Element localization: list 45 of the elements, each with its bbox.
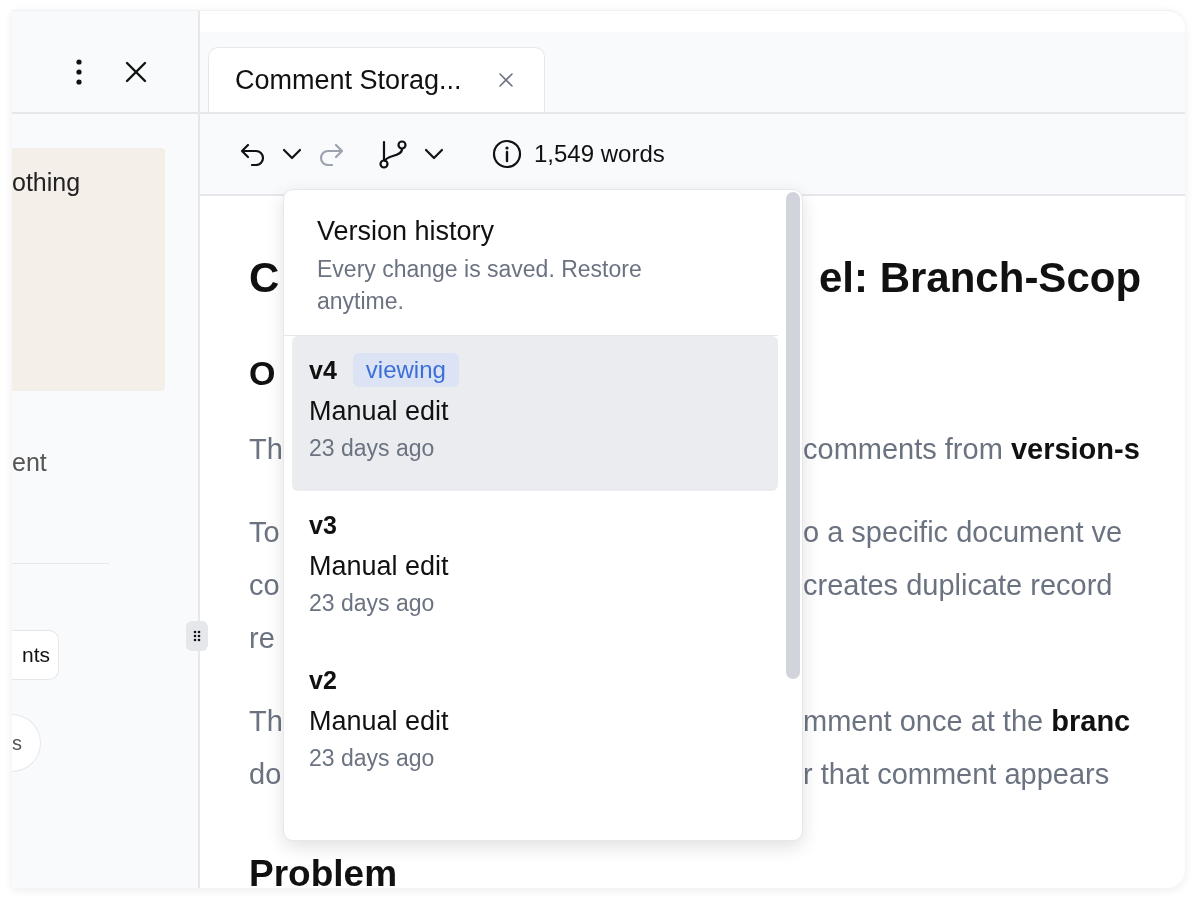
- paragraph-text: do: [249, 757, 283, 792]
- document-title: C: [249, 254, 281, 302]
- tab[interactable]: Comment Storag...: [208, 47, 545, 112]
- round-button[interactable]: s: [12, 714, 41, 772]
- paragraph-text: o a specific document ve: [803, 515, 1123, 550]
- version-description: Manual edit: [309, 706, 450, 737]
- version-time: 23 days ago: [309, 435, 436, 462]
- paragraph-text: re: [249, 621, 276, 656]
- status-badge: viewing: [352, 353, 459, 387]
- version-item[interactable]: v3 Manual edit 23 days ago: [292, 491, 778, 646]
- paragraph-text: creates duplicate record: [803, 568, 1113, 603]
- version-item[interactable]: v4 viewing Manual edit 23 days ago: [292, 336, 778, 491]
- branch-icon[interactable]: [378, 139, 408, 169]
- undo-icon[interactable]: [240, 142, 266, 166]
- version-number: v3: [309, 510, 337, 540]
- paragraph-text: Th: [249, 704, 283, 739]
- version-description: Manual edit: [309, 396, 450, 427]
- popup-subtitle: Every change is saved. Restore anytime.: [317, 255, 643, 316]
- version-number: v2: [309, 665, 337, 695]
- version-item[interactable]: v2 Manual edit 23 days ago: [292, 646, 778, 801]
- paragraph-text: mment once at the branc: [803, 704, 1131, 739]
- close-icon[interactable]: [125, 60, 147, 83]
- section-heading: O: [249, 354, 277, 393]
- word-count: 1,549 words: [534, 140, 665, 168]
- version-description: Manual edit: [309, 551, 450, 582]
- more-icon[interactable]: [75, 58, 83, 85]
- paragraph-text: To: [249, 515, 281, 550]
- sidebar-text: ent: [12, 448, 47, 477]
- resize-handle[interactable]: [186, 621, 208, 651]
- version-number: v4: [309, 355, 337, 385]
- popup-title: Version history: [317, 216, 496, 247]
- caret-icon[interactable]: [424, 148, 444, 160]
- scrollbar-thumb[interactable]: [786, 192, 800, 679]
- paragraph-text: r that comment appears: [803, 757, 1110, 792]
- note-text: othing: [12, 168, 82, 197]
- caret-icon[interactable]: [282, 148, 302, 160]
- version-time: 23 days ago: [309, 590, 436, 617]
- version-time: 23 days ago: [309, 745, 436, 772]
- paragraph-text: comments from version-s: [803, 432, 1140, 467]
- section-heading: Problem: [249, 853, 398, 888]
- paragraph-text: Th: [249, 432, 283, 467]
- info-icon: [492, 139, 522, 169]
- sidebar-button[interactable]: nts: [12, 630, 59, 680]
- paragraph-text: co: [249, 568, 281, 603]
- document-title: el: Branch-Scop: [819, 254, 1142, 302]
